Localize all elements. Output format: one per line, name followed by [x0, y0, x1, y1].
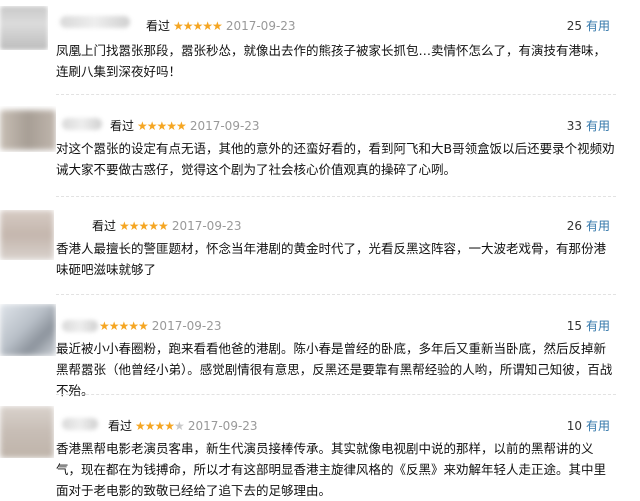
useful-vote[interactable]: 26 有用 — [567, 218, 610, 234]
seen-status: 看过 — [92, 219, 117, 233]
avatar[interactable] — [0, 106, 56, 152]
review-text: 对这个嚣张的设定有点无语，其他的意外的还蛮好看的，看到阿飞和大B哥领盒饭以后还要… — [56, 141, 615, 177]
review-text: 香港人最擅长的警匪题材，怀念当年港剧的黄金时代了，光看反黑这阵容，一大波老戏骨，… — [56, 241, 607, 277]
useful-button[interactable]: 有用 — [586, 19, 610, 33]
review-meta: 看过★★★★★2017-09-23 — [146, 18, 296, 34]
avatar[interactable] — [0, 304, 56, 356]
avatar[interactable] — [0, 210, 54, 260]
useful-button[interactable]: 有用 — [586, 419, 610, 433]
review-date: 2017-09-23 — [189, 119, 260, 133]
username-blurred[interactable] — [62, 320, 98, 332]
useful-vote[interactable]: 25 有用 — [567, 18, 610, 34]
username-blurred[interactable] — [62, 118, 102, 130]
review-meta: 看过★★★★★2017-09-23 — [108, 418, 258, 434]
useful-vote[interactable]: 33 有用 — [567, 118, 610, 134]
seen-status: 看过 — [110, 119, 135, 133]
useful-vote[interactable]: 10 有用 — [567, 418, 610, 434]
review-date: 2017-09-23 — [225, 19, 296, 33]
vote-count: 15 — [566, 319, 582, 333]
review-meta: 看过★★★★★2017-09-23 — [92, 218, 242, 234]
rating-stars: ★★★★★ — [99, 319, 149, 333]
seen-status: 看过 — [146, 19, 171, 33]
rating-stars: ★★★★★ — [135, 419, 185, 433]
review-date: 2017-09-23 — [187, 419, 258, 433]
vote-count: 33 — [566, 119, 582, 133]
username-blurred[interactable] — [60, 16, 130, 28]
username-blurred[interactable] — [62, 418, 98, 430]
avatar[interactable] — [0, 406, 54, 458]
divider — [56, 294, 616, 295]
vote-count: 10 — [566, 419, 582, 433]
avatar[interactable] — [0, 6, 48, 50]
divider — [56, 94, 616, 95]
review-text: 香港黑帮电影老演员客串，新生代演员接棒传承。其实就像电视剧中说的那样，以前的黑帮… — [56, 441, 607, 498]
seen-status: 看过 — [108, 419, 133, 433]
review-text: 最近被小小春圈粉，跑来看看他爸的港剧。陈小春是曾经的卧底，多年后又重新当卧底，然… — [56, 341, 613, 398]
review-meta: 看过★★★★★2017-09-23 — [96, 318, 222, 334]
divider — [56, 394, 616, 395]
vote-count: 26 — [566, 219, 582, 233]
review-text: 凤凰上门找嚣张那段，嚣张秒怂，就像出去作的熊孩子被家长抓包…卖情怀怎么了，有演技… — [56, 43, 607, 79]
rating-stars: ★★★★★ — [173, 19, 223, 33]
divider — [56, 196, 616, 197]
rating-stars: ★★★★★ — [137, 119, 187, 133]
vote-count: 25 — [566, 19, 582, 33]
useful-button[interactable]: 有用 — [586, 319, 610, 333]
rating-stars: ★★★★★ — [119, 219, 169, 233]
useful-vote[interactable]: 15 有用 — [567, 318, 610, 334]
review-meta: 看过★★★★★2017-09-23 — [110, 118, 260, 134]
review-date: 2017-09-23 — [151, 319, 222, 333]
useful-button[interactable]: 有用 — [586, 219, 610, 233]
review-date: 2017-09-23 — [171, 219, 242, 233]
useful-button[interactable]: 有用 — [586, 119, 610, 133]
